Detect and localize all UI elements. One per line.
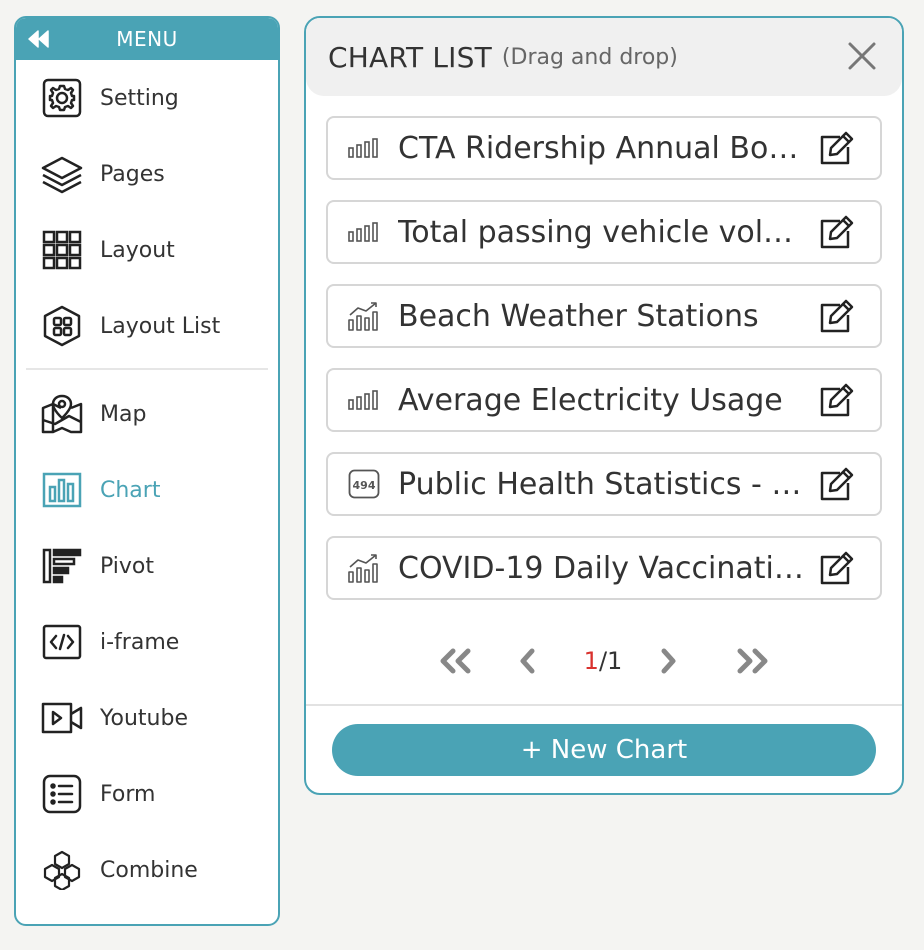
chart-name: CTA Ridership Annual Boarding Totals [398,130,818,166]
chart-list-panel: CHART LIST (Drag and drop) CTA Ridership… [304,16,904,795]
current-page: 1 [583,647,599,675]
code-icon [40,620,84,664]
page-indicator: 1/1 [584,647,623,675]
pivot-icon [40,544,84,588]
number-card-icon: 494 [348,468,380,500]
menu-list: Setting Pages Layout Layout List [16,60,278,364]
number-card-text: 494 [353,479,376,492]
menu-item-youtube[interactable]: Youtube [16,680,278,756]
close-icon[interactable] [846,40,878,72]
bar-chart-icon [348,132,380,164]
map-pin-icon [40,392,84,436]
menu-label: Layout List [100,313,221,339]
menu-item-chart[interactable]: Chart [16,452,278,528]
edit-icon[interactable] [818,129,856,167]
bar-line-chart-icon [348,300,380,332]
chart-name: Average Electricity Usage [398,382,783,418]
chart-name: Public Health Statistics - Selected publ… [398,466,818,502]
menu-item-pivot[interactable]: Pivot [16,528,278,604]
total-pages: 1 [607,647,623,675]
layers-icon [40,152,84,196]
chart-name: Total passing vehicle volume [398,214,818,250]
chart-list-item[interactable]: Beach Weather Stations [326,284,882,348]
chart-list: CTA Ridership Annual Boarding Totals Tot… [306,96,902,600]
menu-item-form[interactable]: Form [16,756,278,832]
panel-header: CHART LIST (Drag and drop) [306,18,902,96]
collapse-sidebar-icon[interactable] [26,28,52,50]
hexagons-icon [40,848,84,892]
chart-list-item[interactable]: Total passing vehicle volume [326,200,882,264]
grid-icon [40,228,84,272]
bar-chart-icon [348,216,380,248]
panel-title: CHART LIST [328,40,492,74]
chart-name: Beach Weather Stations [398,298,759,334]
bar-chart-icon [348,384,380,416]
prev-page-icon[interactable] [508,641,548,681]
menu-item-layout-list[interactable]: Layout List [16,288,278,364]
bar-line-chart-icon [348,552,380,584]
next-page-icon[interactable] [648,641,688,681]
sidebar-menu: MENU Setting Pages Layout Layout List Ma… [14,16,280,926]
chart-list-item[interactable]: COVID-19 Daily Vaccinations [326,536,882,600]
chart-name: COVID-19 Daily Vaccinations [398,550,818,586]
edit-icon[interactable] [818,381,856,419]
hexagon-grid-icon [40,304,84,348]
bar-chart-icon [40,468,84,512]
menu-item-map[interactable]: Map [16,376,278,452]
pagination: 1/1 [306,638,902,684]
menu-item-pages[interactable]: Pages [16,136,278,212]
menu-divider [26,368,268,370]
edit-icon[interactable] [818,297,856,335]
menu-item-setting[interactable]: Setting [16,60,278,136]
menu-item-iframe[interactable]: i-frame [16,604,278,680]
menu-list-widgets: Map Chart Pivot i-frame Youtube Form Com… [16,376,278,908]
panel-footer: + New Chart [306,704,902,793]
menu-item-layout[interactable]: Layout [16,212,278,288]
sidebar-header: MENU [16,18,278,60]
menu-label: Chart [100,477,161,503]
form-list-icon [40,772,84,816]
last-page-icon[interactable] [732,641,772,681]
menu-label: Pages [100,161,165,187]
video-icon [40,696,84,740]
edit-icon[interactable] [818,549,856,587]
panel-subtitle: (Drag and drop) [501,44,678,70]
menu-label: Layout [100,237,175,263]
chart-list-item[interactable]: Average Electricity Usage [326,368,882,432]
new-chart-button[interactable]: + New Chart [332,724,876,776]
chart-list-item[interactable]: CTA Ridership Annual Boarding Totals [326,116,882,180]
menu-label: Map [100,401,147,427]
menu-item-combine[interactable]: Combine [16,832,278,908]
chart-list-item[interactable]: 494 Public Health Statistics - Selected … [326,452,882,516]
edit-icon[interactable] [818,213,856,251]
menu-label: Pivot [100,553,155,579]
gear-icon [40,76,84,120]
sidebar-title: MENU [116,27,178,51]
menu-label: Combine [100,857,198,883]
menu-label: Setting [100,85,179,111]
menu-label: Form [100,781,156,807]
menu-label: i-frame [100,629,180,655]
menu-label: Youtube [100,705,188,731]
page-separator: / [598,647,608,675]
first-page-icon[interactable] [436,641,476,681]
edit-icon[interactable] [818,465,856,503]
